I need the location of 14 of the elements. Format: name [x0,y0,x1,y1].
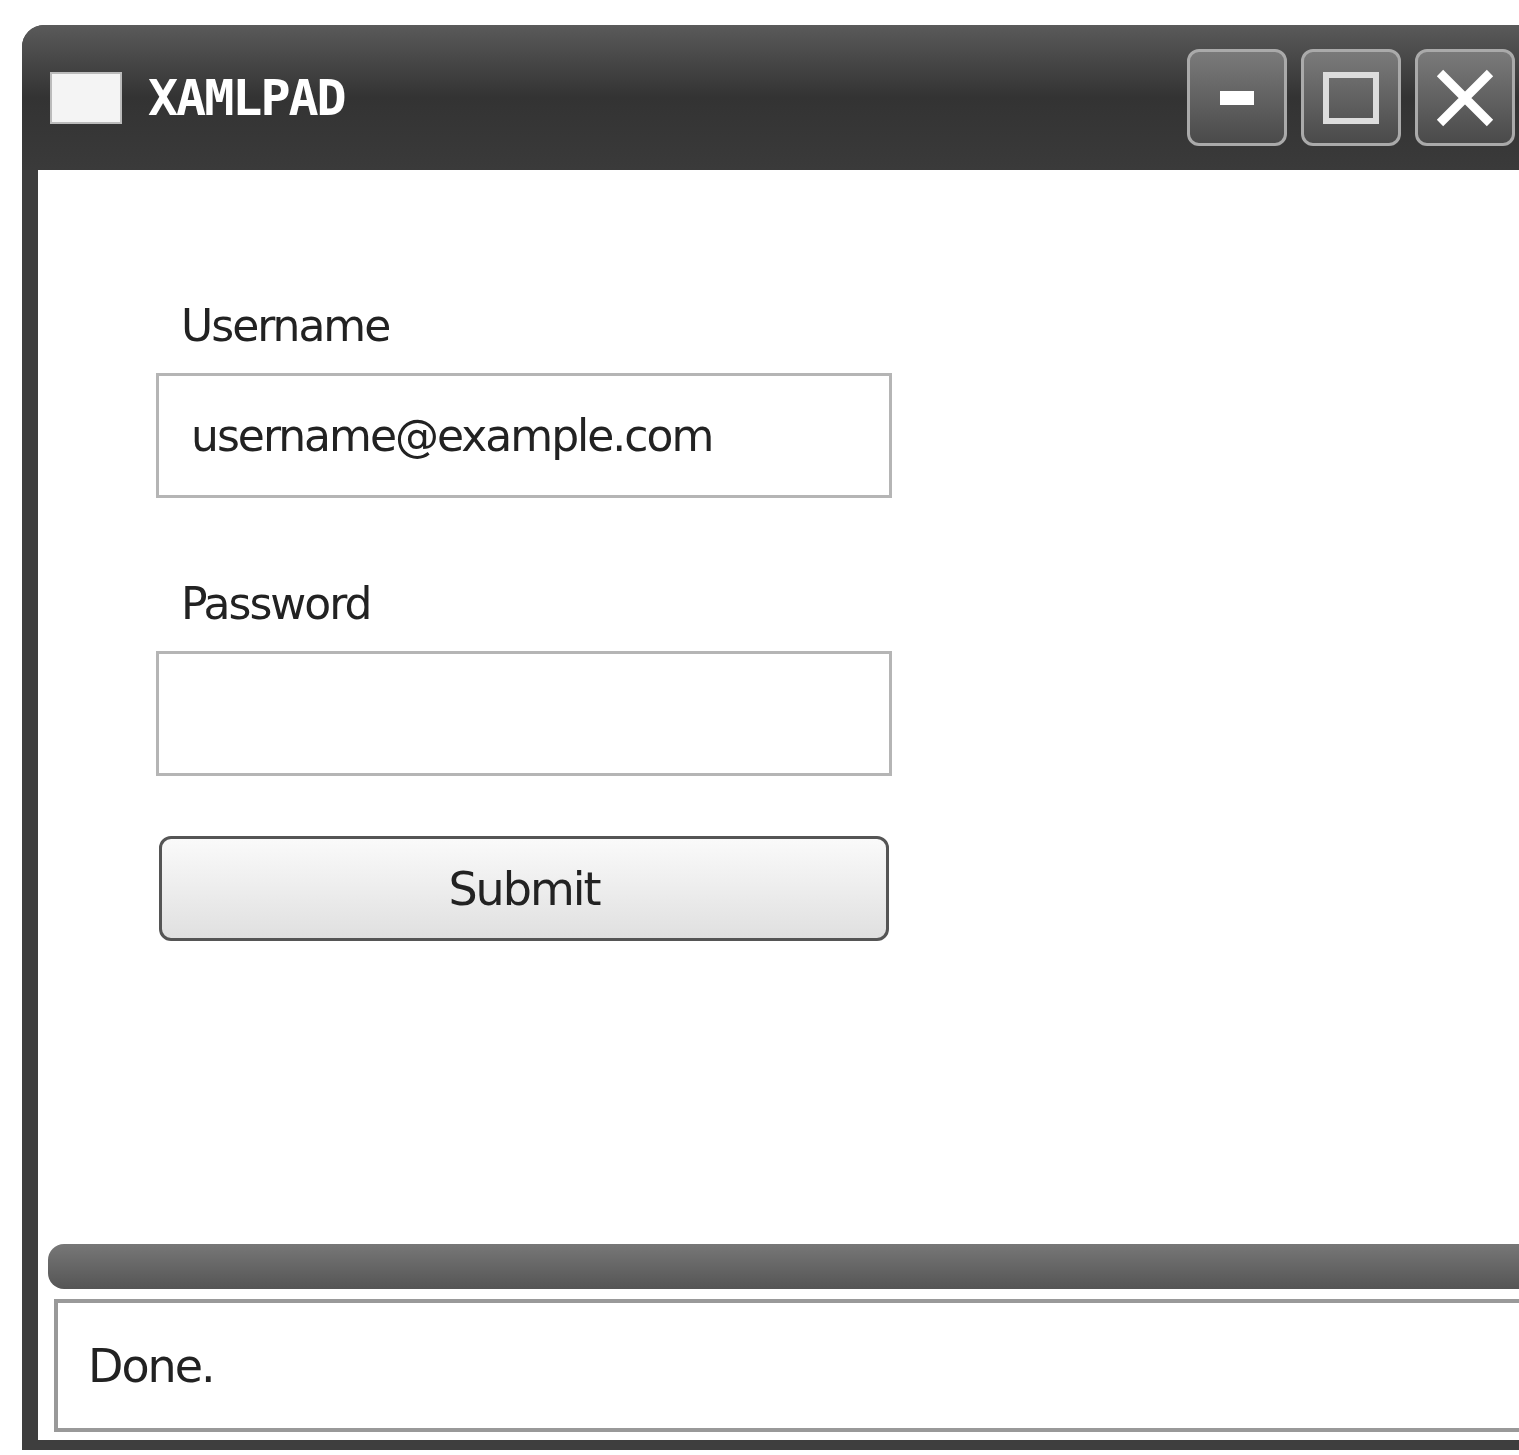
field-label: Password [181,578,372,629]
input-field[interactable] [156,651,892,776]
submit-button[interactable]: Submit [159,836,889,941]
window-icon [50,71,122,124]
maximize-button[interactable] [1301,49,1401,146]
minimize-button[interactable] [1187,49,1287,146]
maximize-icon [1323,71,1379,124]
close-icon [1435,67,1495,128]
window-title: XAMLPAD [148,68,346,127]
field-label: Username [181,300,391,351]
close-button[interactable] [1415,49,1515,146]
input-field[interactable]: username@example.com [156,373,892,498]
minimize-icon [1220,90,1254,105]
status-text: Done. [88,1338,214,1393]
